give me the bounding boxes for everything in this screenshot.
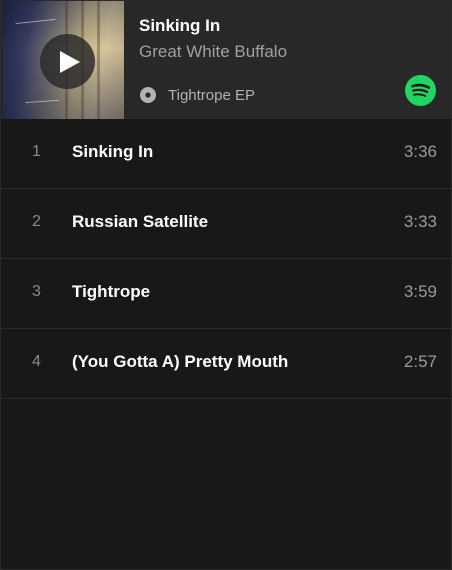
spotify-embed-player: Sinking In Great White Buffalo Tightrope… bbox=[0, 0, 452, 570]
track-number: 1 bbox=[32, 143, 41, 160]
track-name: Russian Satellite bbox=[72, 212, 209, 231]
track-duration: 2:57 bbox=[403, 352, 437, 371]
track-row[interactable]: 4 (You Gotta A) Pretty Mouth 2:57 bbox=[1, 329, 451, 399]
track-number: 3 bbox=[32, 283, 41, 300]
track-row[interactable]: 3 Tightrope 3:59 bbox=[1, 259, 451, 329]
track-row[interactable]: 1 Sinking In 3:36 bbox=[1, 119, 451, 189]
track-title[interactable]: Sinking In bbox=[139, 16, 220, 36]
album-link[interactable]: Tightrope EP bbox=[139, 85, 255, 105]
album-name: Tightrope EP bbox=[168, 86, 255, 104]
track-duration: 3:36 bbox=[403, 142, 437, 161]
track-duration: 3:33 bbox=[403, 212, 437, 231]
track-name: Tightrope bbox=[72, 282, 151, 301]
track-row[interactable]: 2 Russian Satellite 3:33 bbox=[1, 189, 451, 259]
spotify-logo[interactable] bbox=[405, 75, 436, 106]
cover-stripe bbox=[97, 1, 100, 119]
track-number: 4 bbox=[32, 353, 41, 370]
track-number: 2 bbox=[32, 213, 41, 230]
album-cover bbox=[3, 1, 124, 119]
player-header: Sinking In Great White Buffalo Tightrope… bbox=[1, 1, 451, 119]
artist-name[interactable]: Great White Buffalo bbox=[139, 42, 287, 62]
album-disc-icon bbox=[140, 87, 156, 103]
track-name: (You Gotta A) Pretty Mouth bbox=[72, 352, 289, 371]
tracklist: 1 Sinking In 3:36 2 Russian Satellite 3:… bbox=[1, 119, 451, 399]
track-name: Sinking In bbox=[72, 142, 154, 161]
track-duration: 3:59 bbox=[403, 282, 437, 301]
play-button[interactable] bbox=[40, 34, 95, 89]
play-icon bbox=[60, 51, 80, 73]
